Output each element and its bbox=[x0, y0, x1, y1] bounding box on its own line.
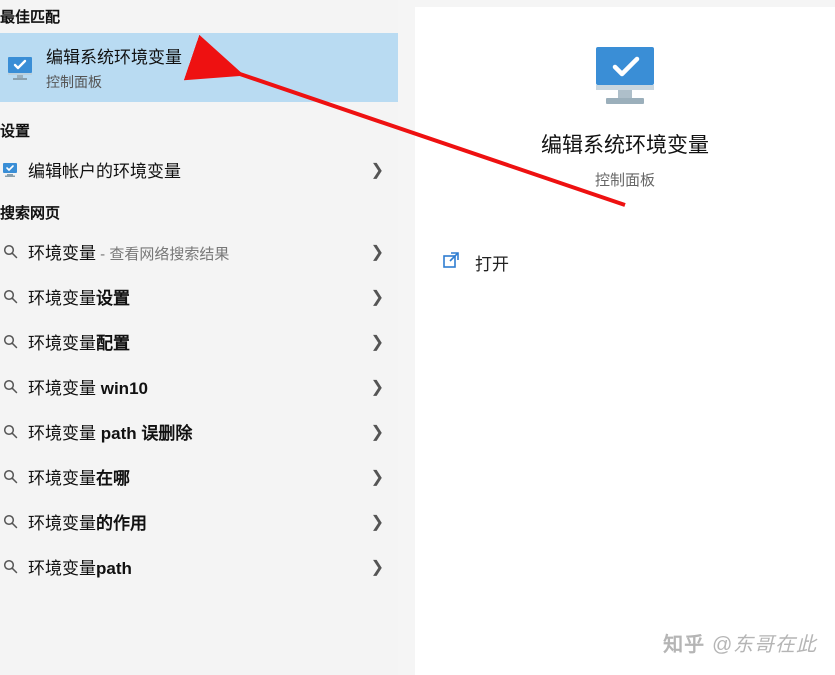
chevron-right-icon: ❯ bbox=[371, 287, 384, 307]
search-icon bbox=[2, 559, 18, 575]
monitor-check-large-icon bbox=[590, 45, 660, 107]
monitor-small-icon bbox=[2, 162, 18, 178]
search-icon bbox=[2, 514, 18, 530]
details-subtitle: 控制面板 bbox=[595, 169, 655, 190]
monitor-check-icon bbox=[6, 56, 34, 80]
web-search-item[interactable]: 环境变量 win10 ❯ bbox=[0, 364, 398, 409]
web-search-item-label: 环境变量配置 bbox=[28, 329, 361, 354]
search-icon bbox=[2, 424, 18, 440]
watermark: 知乎 @东哥在此 bbox=[663, 628, 817, 657]
web-search-item-label: 环境变量的作用 bbox=[28, 509, 361, 534]
open-label: 打开 bbox=[475, 250, 509, 275]
chevron-right-icon: ❯ bbox=[371, 422, 384, 442]
chevron-right-icon: ❯ bbox=[371, 242, 384, 262]
chevron-right-icon: ❯ bbox=[371, 467, 384, 487]
chevron-right-icon: ❯ bbox=[371, 332, 384, 352]
settings-item-edit-user-env[interactable]: 编辑帐户的环境变量 ❯ bbox=[0, 147, 398, 192]
web-search-item-label: 环境变量 win10 bbox=[28, 374, 361, 399]
web-search-item[interactable]: 环境变量 - 查看网络搜索结果 ❯ bbox=[0, 229, 398, 274]
best-match-item[interactable]: 编辑系统环境变量 控制面板 bbox=[0, 33, 398, 102]
open-action[interactable]: 打开 bbox=[443, 244, 835, 281]
search-icon bbox=[2, 334, 18, 350]
web-search-item-label: 环境变量在哪 bbox=[28, 464, 361, 489]
web-search-item[interactable]: 环境变量配置 ❯ bbox=[0, 319, 398, 364]
best-match-texts: 编辑系统环境变量 控制面板 bbox=[46, 43, 182, 92]
best-match-title: 编辑系统环境变量 bbox=[46, 43, 182, 68]
details-panel: 编辑系统环境变量 控制面板 打开 bbox=[415, 7, 835, 675]
web-search-item[interactable]: 环境变量在哪 ❯ bbox=[0, 454, 398, 499]
web-search-item[interactable]: 环境变量 path 误删除 ❯ bbox=[0, 409, 398, 454]
web-search-item-label: 环境变量 path 误删除 bbox=[28, 419, 361, 444]
web-search-list: 环境变量 - 查看网络搜索结果❯环境变量设置❯环境变量配置❯环境变量 win10… bbox=[0, 229, 398, 589]
web-search-item[interactable]: 环境变量的作用 ❯ bbox=[0, 499, 398, 544]
web-search-item[interactable]: 环境变量设置 ❯ bbox=[0, 274, 398, 319]
section-settings: 设置 bbox=[0, 114, 398, 147]
search-icon bbox=[2, 469, 18, 485]
section-best-match: 最佳匹配 bbox=[0, 0, 398, 33]
search-icon bbox=[2, 289, 18, 305]
best-match-subtitle: 控制面板 bbox=[46, 72, 182, 92]
search-icon bbox=[2, 379, 18, 395]
search-results-panel: 最佳匹配 编辑系统环境变量 控制面板 设置 编辑帐户的环境变量 bbox=[0, 0, 398, 675]
chevron-right-icon: ❯ bbox=[371, 512, 384, 532]
chevron-right-icon: ❯ bbox=[371, 557, 384, 577]
section-websearch: 搜索网页 bbox=[0, 196, 398, 229]
web-search-item-label: 环境变量设置 bbox=[28, 284, 361, 309]
web-search-item-label: 环境变量path bbox=[28, 554, 361, 579]
chevron-right-icon: ❯ bbox=[371, 377, 384, 397]
open-external-icon bbox=[443, 251, 461, 274]
chevron-right-icon: ❯ bbox=[371, 160, 384, 180]
settings-item-label: 编辑帐户的环境变量 bbox=[28, 157, 361, 182]
web-search-item[interactable]: 环境变量path ❯ bbox=[0, 544, 398, 589]
details-actions: 打开 bbox=[415, 244, 835, 281]
search-icon bbox=[2, 244, 18, 260]
web-search-item-label: 环境变量 - 查看网络搜索结果 bbox=[28, 239, 361, 264]
details-title: 编辑系统环境变量 bbox=[541, 129, 709, 159]
